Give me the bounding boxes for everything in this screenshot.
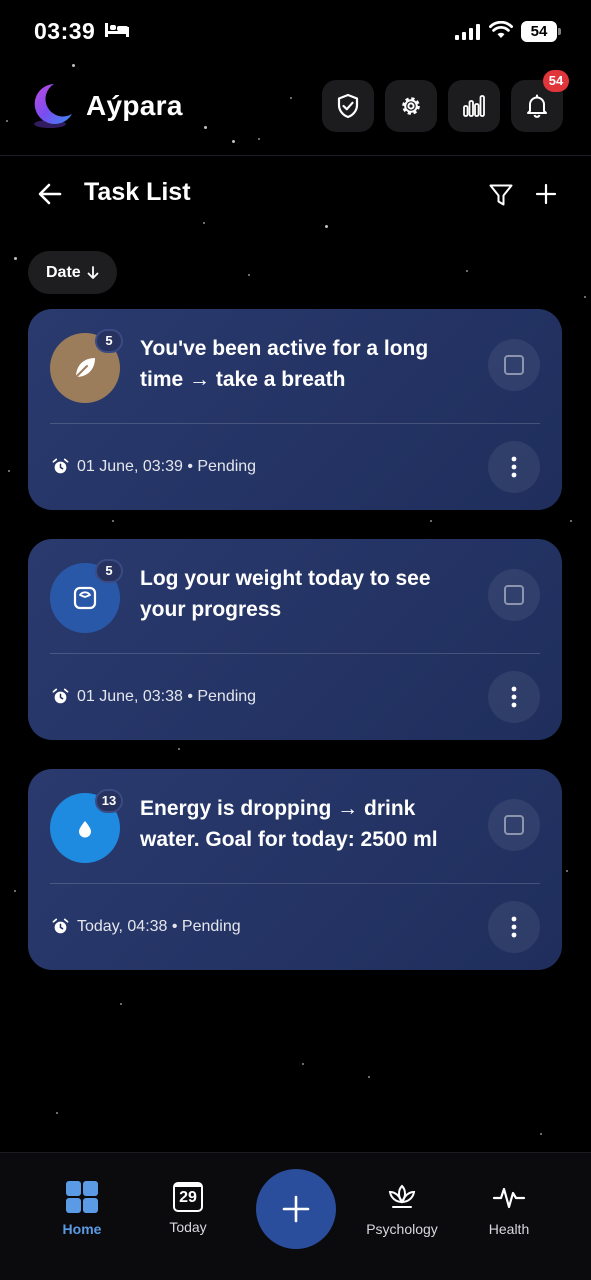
task-title: You've been active for a long time → tak… [140, 337, 429, 391]
wifi-icon [489, 21, 513, 38]
task-complete-checkbox[interactable] [488, 339, 540, 391]
alarm-clock-icon [52, 688, 69, 704]
task-card[interactable]: 5 Log your weight today to see your prog… [28, 539, 562, 740]
more-vertical-icon [511, 916, 517, 938]
task-complete-checkbox[interactable] [488, 569, 540, 621]
battery-indicator: 54 [521, 21, 561, 42]
task-more-options-button[interactable] [488, 441, 540, 493]
battery-level: 54 [521, 21, 557, 42]
card-divider [50, 653, 540, 654]
task-title: Log your weight today to see your progre… [140, 567, 431, 621]
alarm-clock-icon [52, 458, 69, 474]
bar-chart-icon [463, 95, 485, 117]
scale-icon [73, 586, 97, 610]
cellular-signal-icon [455, 24, 480, 40]
task-count-badge: 5 [95, 329, 123, 353]
task-card[interactable]: 5 You've been active for a long time → t… [28, 309, 562, 510]
settings-button[interactable] [385, 80, 437, 132]
shield-check-icon [337, 93, 359, 119]
back-arrow-icon[interactable] [36, 180, 64, 208]
plus-icon [282, 1195, 310, 1223]
task-complete-checkbox[interactable] [488, 799, 540, 851]
task-more-options-button[interactable] [488, 671, 540, 723]
add-task-plus-icon[interactable] [534, 182, 558, 206]
nav-label: Health [488, 1221, 530, 1237]
task-title: Energy is dropping → drink water. Goal f… [140, 797, 438, 851]
lotus-icon [388, 1184, 416, 1208]
pulse-icon [492, 1187, 526, 1209]
status-bar: 03:39 54 [0, 0, 591, 60]
task-meta: Today, 04:38 • Pending [77, 918, 241, 935]
water-drop-icon [79, 821, 91, 838]
arrow-down-icon [87, 265, 99, 279]
sort-chip-label: Date [46, 263, 81, 281]
app-header: Aýpara 54 [0, 70, 591, 156]
status-time: 03:39 [34, 18, 96, 44]
filter-icon[interactable] [488, 182, 514, 208]
task-count-badge: 13 [95, 789, 123, 813]
alarm-clock-icon [52, 918, 69, 934]
brand-name: Aýpara [86, 90, 183, 121]
nav-health[interactable]: Health [454, 1153, 564, 1253]
nav-today[interactable]: 29 Today [133, 1153, 243, 1253]
bell-icon [527, 94, 547, 118]
task-meta: 01 June, 03:39 • Pending [77, 458, 257, 475]
add-button[interactable] [256, 1169, 336, 1249]
more-vertical-icon [511, 456, 517, 478]
nav-label: Home [62, 1221, 102, 1237]
task-meta: 01 June, 03:38 • Pending [77, 688, 257, 705]
grid-icon [66, 1181, 98, 1213]
notifications-button[interactable]: 54 [511, 70, 569, 132]
crescent-moon-logo-icon [34, 84, 72, 128]
nav-label: Today [169, 1219, 207, 1235]
more-vertical-icon [511, 686, 517, 708]
card-divider [50, 883, 540, 884]
task-count-badge: 5 [95, 559, 123, 583]
card-divider [50, 423, 540, 424]
nav-home[interactable]: Home [27, 1153, 137, 1253]
sort-by-date-chip[interactable]: Date [28, 251, 117, 294]
sleep-mode-icon [105, 23, 129, 37]
gear-icon [402, 97, 420, 115]
leaf-icon [75, 358, 95, 378]
nav-label: Psychology [366, 1221, 438, 1237]
nav-psychology[interactable]: Psychology [347, 1153, 457, 1253]
notification-count-badge: 54 [543, 70, 569, 92]
statistics-button[interactable] [448, 80, 500, 132]
calendar-icon: 29 [173, 1182, 203, 1212]
task-card[interactable]: 13 Energy is dropping → drink water. Goa… [28, 769, 562, 970]
privacy-shield-button[interactable] [322, 80, 374, 132]
page-title: Task List [84, 178, 191, 206]
task-more-options-button[interactable] [488, 901, 540, 953]
